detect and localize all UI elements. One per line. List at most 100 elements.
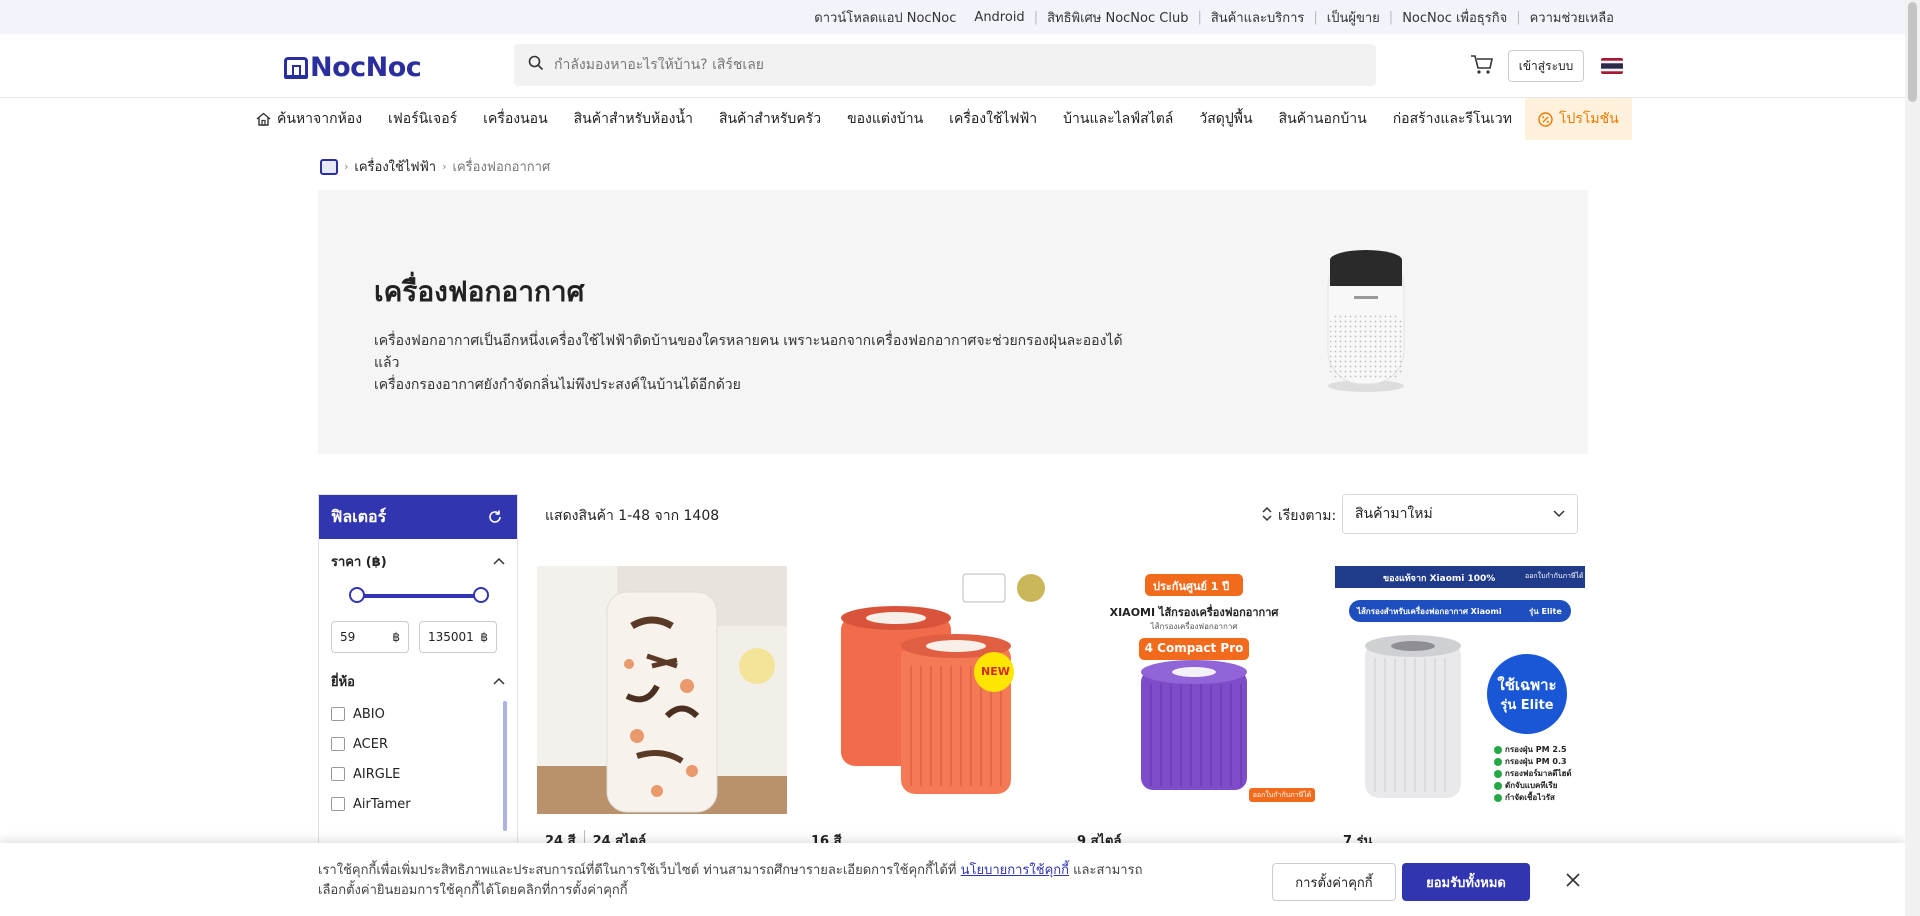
nav-home-decor[interactable]: ของแต่งบ้าน [834, 98, 936, 140]
price-max-value: 135001 [428, 630, 474, 644]
price-filter-toggle[interactable]: ราคา (฿) [319, 547, 517, 575]
scrollbar-thumb[interactable] [1908, 2, 1917, 102]
filter-header: ฟิลเตอร์ [319, 495, 517, 539]
android-link[interactable]: Android [965, 10, 1033, 25]
nav-outdoor[interactable]: สินค้านอกบ้าน [1266, 98, 1380, 140]
cookie-settings-button[interactable]: การตั้งค่าคุกกี้ [1272, 863, 1396, 901]
brand-option-acer[interactable]: ACER [331, 729, 505, 759]
sort-selected-value: สินค้ามาใหม่ [1355, 506, 1433, 522]
nav-kitchen[interactable]: สินค้าสำหรับครัว [706, 98, 834, 140]
cookie-banner: เราใช้คุกกี้เพื่อเพิ่มประสิทธิภาพและประส… [0, 843, 1905, 916]
sort-label-group: เรียงตาม: [1262, 505, 1336, 527]
become-seller-link[interactable]: เป็นผู้ขาย [1318, 7, 1389, 28]
feature-item: กำจัดเชื้อไวรัส [1505, 793, 1555, 802]
breadcrumb-current[interactable]: เครื่องฟอกอากาศ [453, 156, 551, 177]
page-scrollbar[interactable] [1905, 0, 1920, 916]
category-nav: ค้นหาจากห้อง เฟอร์นิเจอร์ เครื่องนอน สิน… [243, 98, 1663, 140]
breadcrumb-appliances[interactable]: เครื่องใช้ไฟฟ้า [354, 156, 436, 177]
login-button[interactable]: เข้าสู่ระบบ [1508, 50, 1584, 82]
search-icon[interactable] [528, 55, 544, 75]
brand-filter: ยี่ห้อ ABIO ACER AIRGLE AirTamer [319, 667, 517, 831]
circle-text: รุ่น Elite [1500, 698, 1554, 713]
price-max-field[interactable]: 135001 ฿ [419, 621, 497, 653]
nav-shop-by-room[interactable]: ค้นหาจากห้อง [243, 98, 375, 140]
product-subheading: ไส้กรองเครื่องฟอกอากาศ [1150, 622, 1238, 631]
results-count: แสดงสินค้า 1-48 จาก 1408 [545, 508, 720, 524]
logo-icon [284, 56, 308, 79]
nocnoc-club-link[interactable]: สิทธิพิเศษ NocNoc Club [1038, 7, 1197, 28]
search-bar[interactable] [514, 44, 1376, 86]
checkbox[interactable] [331, 707, 345, 721]
header: NocNoc เข้าสู่ระบบ [0, 34, 1905, 98]
logo[interactable]: NocNoc [284, 52, 422, 83]
brand-option-airgle[interactable]: AIRGLE [331, 759, 505, 789]
brand-option-airtamer[interactable]: AirTamer [331, 789, 505, 819]
description-line: เครื่องกรองอากาศยังกำจัดกลิ่นไม่พึงประสง… [374, 377, 741, 393]
price-range-slider[interactable] [349, 585, 489, 605]
price-filter: ราคา (฿) 59 ฿ 135001 ฿ [319, 539, 517, 653]
chevron-right-icon: › [442, 160, 447, 173]
description-line: เครื่องฟอกอากาศเป็นอีกหนึ่งเครื่องใช้ไฟฟ… [374, 333, 1123, 371]
page-title: เครื่องฟอกอากาศ [374, 275, 585, 308]
feature-list: กรองฝุ่น PM 2.5 กรองฝุ่น PM 0.3 กรองฟอร์… [1505, 744, 1572, 804]
slider-track [355, 594, 483, 598]
cookie-message: เราใช้คุกกี้เพื่อเพิ่มประสิทธิภาพและประส… [318, 861, 1158, 901]
brand-filter-toggle[interactable]: ยี่ห้อ [319, 667, 517, 695]
nav-promotion[interactable]: โปรโมชัน [1524, 98, 1632, 140]
slider-max-handle[interactable] [473, 587, 489, 603]
nav-appliances[interactable]: เครื่องใช้ไฟฟ้า [936, 98, 1050, 140]
close-icon[interactable] [1560, 867, 1586, 893]
air-purifier-image [1318, 244, 1414, 394]
search-input[interactable] [554, 57, 1334, 73]
chevron-up-icon [493, 554, 505, 569]
feature-item: กรองฝุ่น PM 2.5 [1505, 745, 1567, 754]
product-image[interactable]: ของแท้จาก Xiaomi 100% ออกใบกำกับภาษีได้ … [1335, 566, 1585, 814]
feature-item: ดักจับแบคทีเรีย [1505, 781, 1558, 790]
price-min-value: 59 [340, 630, 356, 644]
checkbox[interactable] [331, 737, 345, 751]
top-links-bar: ดาวน์โหลดแอป NocNoc Android | สิทธิพิเศษ… [0, 0, 1905, 34]
product-image[interactable]: ประกันศูนย์ 1 ปี XIAOMI ไส้กรองเครื่องฟอ… [1069, 566, 1319, 814]
nav-label: ค้นหาจากห้อง [277, 111, 363, 127]
checkbox[interactable] [331, 767, 345, 781]
slider-min-handle[interactable] [349, 587, 365, 603]
products-services-link[interactable]: สินค้าและบริการ [1202, 7, 1314, 28]
cookie-policy-link[interactable]: นโยบายการใช้คุกกี้ [961, 863, 1069, 878]
sort-icon [1262, 506, 1272, 526]
nav-bathroom[interactable]: สินค้าสำหรับห้องน้ำ [561, 98, 706, 140]
nav-construction[interactable]: ก่อสร้างและรีโนเวท [1380, 98, 1525, 140]
nav-furniture[interactable]: เฟอร์นิเจอร์ [375, 98, 470, 140]
brand-list-scrollbar[interactable] [503, 701, 507, 831]
new-badge: NEW [981, 665, 1010, 678]
refresh-icon[interactable] [485, 507, 505, 527]
baht-symbol: ฿ [392, 630, 400, 644]
cart-icon[interactable] [1470, 54, 1496, 76]
thai-flag-icon[interactable] [1601, 58, 1623, 74]
sort-dropdown[interactable]: สินค้ามาใหม่ [1342, 494, 1578, 534]
chevron-down-icon [1553, 506, 1565, 522]
category-description: เครื่องฟอกอากาศเป็นอีกหนึ่งเครื่องใช้ไฟฟ… [374, 330, 1134, 396]
brand-option-abio[interactable]: ABIO [331, 699, 505, 729]
product-image[interactable]: NEW [803, 566, 1053, 814]
home-icon[interactable] [320, 158, 338, 175]
tax-invoice-label: ออกใบกำกับภาษีได้ [1252, 791, 1312, 799]
percent-icon [1538, 111, 1553, 127]
baht-symbol: ฿ [480, 630, 488, 644]
help-link[interactable]: ความช่วยเหลือ [1521, 7, 1623, 28]
price-min-field[interactable]: 59 ฿ [331, 621, 409, 653]
model-label: 4 Compact Pro [1144, 641, 1244, 655]
breadcrumb: › เครื่องใช้ไฟฟ้า › เครื่องฟอกอากาศ [320, 156, 550, 177]
download-app-link[interactable]: ดาวน์โหลดแอป NocNoc [805, 7, 965, 28]
feature-item: กรองฝุ่น PM 0.3 [1505, 757, 1567, 766]
cookie-text: เราใช้คุกกี้เพื่อเพิ่มประสิทธิภาพและประส… [318, 863, 957, 878]
price-filter-title: ราคา (฿) [331, 554, 387, 570]
divider [583, 830, 585, 844]
accept-all-button[interactable]: ยอมรับทั้งหมด [1402, 863, 1530, 901]
chevron-up-icon [493, 674, 505, 689]
nocnoc-business-link[interactable]: NocNoc เพื่อธุรกิจ [1393, 7, 1516, 28]
nav-bedding[interactable]: เครื่องนอน [470, 98, 560, 140]
nav-home-lifestyle[interactable]: บ้านและไลฟ์สไตล์ [1050, 98, 1186, 140]
nav-flooring[interactable]: วัสดุปูพื้น [1186, 98, 1265, 140]
product-image[interactable] [537, 566, 787, 814]
checkbox[interactable] [331, 797, 345, 811]
